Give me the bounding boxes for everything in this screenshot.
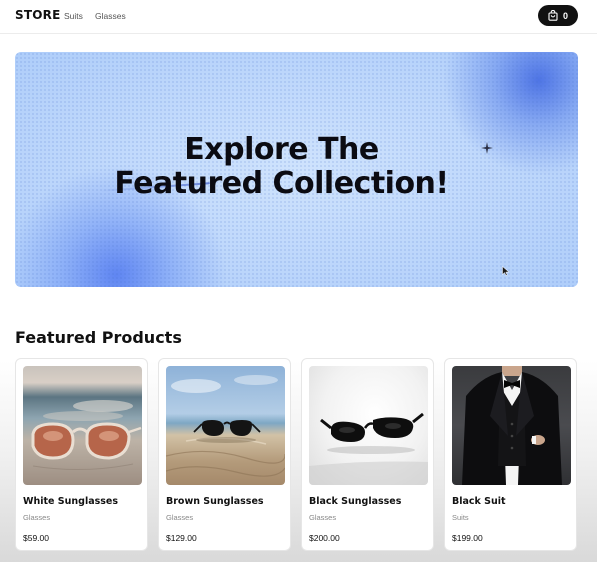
product-card-white-sunglasses[interactable]: White Sunglasses Glasses $59.00 <box>15 358 148 551</box>
cart-count: 0 <box>562 10 568 21</box>
header-bar: STORE Suits Glasses 0 <box>0 0 597 34</box>
product-card-brown-sunglasses[interactable]: Brown Sunglasses Glasses $129.00 <box>158 358 291 551</box>
cart-button[interactable]: 0 <box>538 5 578 26</box>
hero-title: Explore The Featured Collection! <box>0 133 563 201</box>
product-name[interactable]: Black Sunglasses <box>309 496 401 507</box>
product-name[interactable]: Brown Sunglasses <box>166 496 264 507</box>
product-category: Glasses <box>23 513 51 522</box>
product-price: $129.00 <box>166 533 197 543</box>
product-category: Glasses <box>309 513 337 522</box>
product-image[interactable] <box>309 366 428 485</box>
product-category: Glasses <box>166 513 194 522</box>
product-price: $200.00 <box>309 533 340 543</box>
product-card-black-sunglasses[interactable]: Black Sunglasses Glasses $200.00 <box>301 358 434 551</box>
hero-title-line-1: Explore The <box>184 132 379 167</box>
hero-title-line-2: Featured Collection! <box>114 166 449 201</box>
product-name[interactable]: White Sunglasses <box>23 496 118 507</box>
product-price: $59.00 <box>23 533 49 543</box>
product-image[interactable] <box>23 366 142 485</box>
product-name[interactable]: Black Suit <box>452 496 506 507</box>
featured-products-heading: Featured Products <box>15 328 182 347</box>
nav-link-glasses[interactable]: Glasses <box>95 11 126 21</box>
product-image[interactable] <box>166 366 285 485</box>
shopping-bag-icon <box>548 10 558 21</box>
product-category: Suits <box>452 513 469 522</box>
product-image[interactable] <box>452 366 571 485</box>
nav-link-suits[interactable]: Suits <box>64 11 83 21</box>
product-price: $199.00 <box>452 533 483 543</box>
cursor-icon <box>502 266 510 276</box>
store-logo[interactable]: STORE <box>15 8 60 22</box>
product-card-black-suit[interactable]: Black Suit Suits $199.00 <box>444 358 577 551</box>
sparkle-icon <box>481 142 493 154</box>
